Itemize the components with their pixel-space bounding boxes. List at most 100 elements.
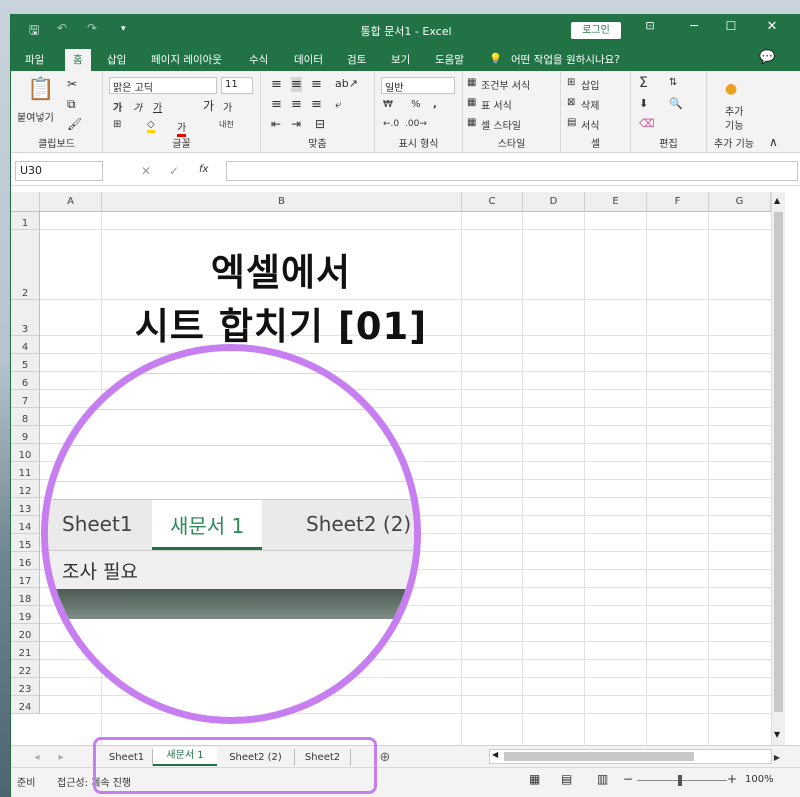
wrap-text-icon[interactable]: ⤶ xyxy=(335,97,342,112)
login-button[interactable]: 로그인 xyxy=(571,22,621,39)
scroll-up-icon[interactable]: ▲ xyxy=(774,196,780,205)
tab-data[interactable]: 데이터 xyxy=(294,52,323,67)
row-header[interactable]: 4 xyxy=(11,336,40,354)
vertical-scrollbar[interactable]: ▲ ▼ xyxy=(771,192,785,745)
row-header[interactable]: 23 xyxy=(11,678,40,696)
ribbon-display-icon[interactable]: ⊡ xyxy=(635,19,665,32)
row-header[interactable]: 15 xyxy=(11,534,40,552)
insert-function-button[interactable]: fx xyxy=(199,164,208,175)
next-sheet-icon[interactable]: ▸ xyxy=(55,749,67,766)
collapse-ribbon-icon[interactable]: ∧ xyxy=(769,135,778,149)
decrease-indent-icon[interactable]: ⇤ xyxy=(271,117,281,131)
underline-button[interactable]: 가 xyxy=(153,99,162,114)
col-header-e[interactable]: E xyxy=(585,192,647,212)
addins-icon[interactable]: ● xyxy=(725,81,737,97)
row-header[interactable]: 16 xyxy=(11,552,40,570)
tab-review[interactable]: 검토 xyxy=(347,52,366,67)
close-icon[interactable]: ✕ xyxy=(757,19,787,34)
col-header-d[interactable]: D xyxy=(523,192,585,212)
autosum-icon[interactable]: Σ xyxy=(639,75,648,91)
format-cells-button[interactable]: 서식 xyxy=(581,117,599,132)
normal-view-icon[interactable]: ▦ xyxy=(529,772,540,786)
scroll-left-icon[interactable]: ◀ xyxy=(492,750,498,759)
enter-icon[interactable]: ✓ xyxy=(169,164,179,178)
tab-insert[interactable]: 삽입 xyxy=(107,52,126,67)
row-header[interactable]: 6 xyxy=(11,372,40,390)
format-painter-icon[interactable]: 🖌 xyxy=(67,117,82,131)
tab-home[interactable]: 홈 xyxy=(65,49,91,71)
row-header[interactable]: 7 xyxy=(11,390,40,408)
row-header[interactable]: 2 xyxy=(11,230,40,300)
zoom-level[interactable]: 100% xyxy=(745,774,774,785)
name-box[interactable]: U30 xyxy=(15,161,103,181)
prev-sheet-icon[interactable]: ◂ xyxy=(31,749,43,766)
page-layout-view-icon[interactable]: ▤ xyxy=(561,772,572,786)
row-header[interactable]: 3 xyxy=(11,300,40,336)
maximize-icon[interactable]: ☐ xyxy=(716,19,746,33)
horizontal-scrollbar[interactable]: ◀ xyxy=(489,749,772,764)
tell-me-search[interactable]: 어떤 작업을 원하시나요? xyxy=(511,52,620,67)
row-header[interactable]: 14 xyxy=(11,516,40,534)
row-header[interactable]: 1 xyxy=(11,212,40,230)
col-header-c[interactable]: C xyxy=(462,192,523,212)
align-top-icon[interactable]: ≡ xyxy=(271,77,282,92)
copy-icon[interactable]: ⧉ xyxy=(67,97,76,112)
row-header[interactable]: 22 xyxy=(11,660,40,678)
row-header[interactable]: 5 xyxy=(11,354,40,372)
add-sheet-icon[interactable]: ⊕ xyxy=(377,749,393,766)
zoom-out-icon[interactable]: − xyxy=(623,772,633,786)
shrink-font-button[interactable]: 가 xyxy=(223,99,232,114)
vertical-scroll-thumb[interactable] xyxy=(774,212,783,712)
phonetic-button[interactable]: 내천 xyxy=(219,119,234,130)
select-all-corner[interactable] xyxy=(11,192,40,212)
sort-filter-icon[interactable]: ⇅ xyxy=(669,77,677,88)
delete-cells-button[interactable]: 삭제 xyxy=(581,97,599,112)
fill-icon[interactable]: ⬇ xyxy=(639,97,648,110)
comma-icon[interactable]: , xyxy=(433,99,437,110)
conditional-format-button[interactable]: 조건부 서식 xyxy=(481,77,530,92)
cancel-icon[interactable]: ✕ xyxy=(141,164,151,178)
increase-indent-icon[interactable]: ⇥ xyxy=(291,117,301,131)
align-middle-icon[interactable]: ≡ xyxy=(291,77,302,92)
page-break-view-icon[interactable]: ▥ xyxy=(597,772,608,786)
bold-button[interactable]: 가 xyxy=(113,99,122,114)
align-center-icon[interactable]: ≡ xyxy=(291,97,302,112)
row-header[interactable]: 9 xyxy=(11,426,40,444)
tab-help[interactable]: 도움말 xyxy=(435,52,464,67)
col-header-a[interactable]: A xyxy=(40,192,102,212)
grow-font-button[interactable]: 가 xyxy=(203,97,214,114)
currency-icon[interactable]: ₩ xyxy=(383,99,393,110)
minimize-icon[interactable]: ─ xyxy=(679,19,709,34)
scroll-right-icon[interactable]: ▶ xyxy=(771,749,783,766)
row-header[interactable]: 10 xyxy=(11,444,40,462)
horizontal-scroll-thumb[interactable] xyxy=(504,752,694,761)
scroll-down-icon[interactable]: ▼ xyxy=(774,730,780,739)
zoom-slider[interactable] xyxy=(637,780,727,781)
number-format-select[interactable]: 일반 xyxy=(381,77,455,94)
font-size-select[interactable]: 11 xyxy=(221,77,253,94)
insert-cells-button[interactable]: 삽입 xyxy=(581,77,599,92)
row-header[interactable]: 11 xyxy=(11,462,40,480)
italic-button[interactable]: 가 xyxy=(133,99,142,114)
zoom-in-icon[interactable]: + xyxy=(727,772,737,786)
tab-formulas[interactable]: 수식 xyxy=(249,52,268,67)
row-header[interactable]: 20 xyxy=(11,624,40,642)
align-right-icon[interactable]: ≡ xyxy=(311,97,322,112)
fill-color-icon[interactable]: ◇ xyxy=(147,119,155,133)
paste-icon[interactable]: 📋 xyxy=(27,77,54,102)
tab-page-layout[interactable]: 페이지 레이아웃 xyxy=(151,52,222,67)
decrease-decimal-icon[interactable]: .00→ xyxy=(405,119,427,129)
comments-icon[interactable]: 💬 xyxy=(759,50,775,65)
row-header[interactable]: 18 xyxy=(11,588,40,606)
row-header[interactable]: 21 xyxy=(11,642,40,660)
font-name-select[interactable]: 맑은 고딕 xyxy=(109,77,217,94)
cell-style-button[interactable]: 셀 스타일 xyxy=(481,117,521,132)
table-format-button[interactable]: 표 서식 xyxy=(481,97,512,112)
paste-button[interactable]: 붙여넣기 xyxy=(17,109,54,124)
row-header[interactable]: 12 xyxy=(11,480,40,498)
tab-file[interactable]: 파일 xyxy=(25,52,44,67)
increase-decimal-icon[interactable]: ←.0 xyxy=(383,119,399,129)
addins-line2[interactable]: 기능 xyxy=(725,117,743,132)
find-select-icon[interactable]: 🔍 xyxy=(669,97,683,110)
align-left-icon[interactable]: ≡ xyxy=(271,97,282,112)
